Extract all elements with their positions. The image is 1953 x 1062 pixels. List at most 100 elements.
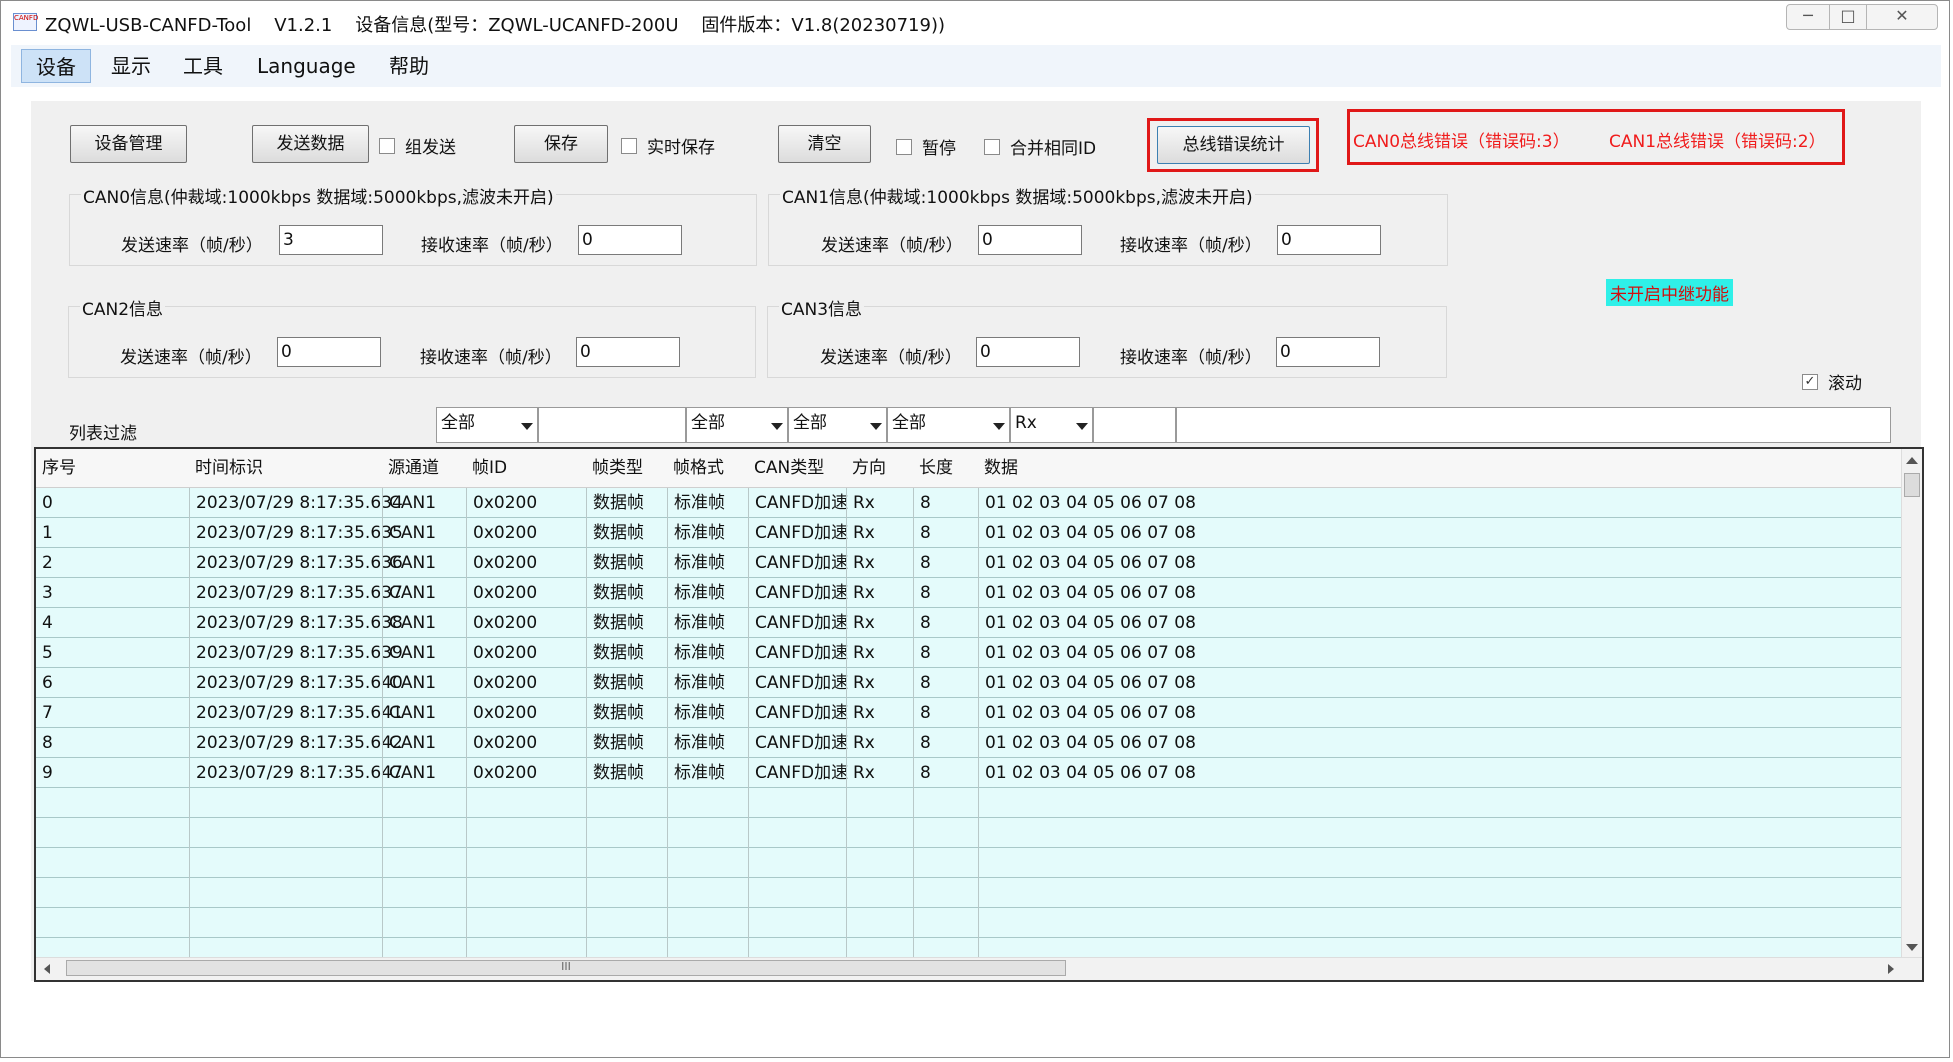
frame-format-filter-select[interactable]: 全部 [788, 407, 887, 443]
column-header-direction[interactable]: 方向 [846, 449, 919, 487]
cell-data [978, 848, 1904, 878]
can2-send-rate-field[interactable]: 0 [277, 337, 381, 367]
vertical-scroll-thumb[interactable] [1904, 473, 1920, 497]
cell-timestamp: 2023/07/29 8:17:35.639 [189, 638, 403, 668]
chevron-down-icon[interactable] [1076, 423, 1088, 430]
menu-display[interactable]: 显示 [97, 49, 165, 83]
chevron-down-icon[interactable] [521, 423, 533, 430]
device-management-button[interactable]: 设备管理 [70, 125, 187, 163]
can1-send-rate-field[interactable]: 0 [978, 225, 1082, 255]
can0-send-rate-field[interactable]: 3 [279, 225, 383, 255]
cell-length: 8 [913, 758, 978, 788]
direction-filter-select[interactable]: Rx [1010, 407, 1093, 443]
channel-filter-select[interactable]: 全部 [436, 407, 538, 443]
chevron-down-icon[interactable] [993, 423, 1005, 430]
column-header-data[interactable]: 数据 [978, 449, 1910, 487]
cell-frame-id: 0x0200 [466, 638, 586, 668]
can-type-filter-select[interactable]: 全部 [887, 407, 1010, 443]
chevron-down-icon[interactable] [870, 423, 882, 430]
cell-source-channel [382, 908, 466, 938]
merge-same-id-checkbox[interactable]: 合并相同ID [984, 134, 1096, 159]
realtime-save-checkbox[interactable]: 实时保存 [621, 133, 715, 158]
column-header-source-channel[interactable]: 源通道 [382, 449, 472, 487]
can0-recv-rate-field[interactable]: 0 [578, 225, 682, 255]
scroll-right-icon[interactable] [1888, 964, 1894, 974]
data-filter-input[interactable] [1176, 407, 1891, 443]
cell-can-type: CANFD加速 [748, 638, 848, 668]
column-header-frame-id[interactable]: 帧ID [466, 449, 592, 487]
can2-recv-rate-field[interactable]: 0 [576, 337, 680, 367]
cell-length [913, 908, 978, 938]
column-header-frame-type[interactable]: 帧类型 [586, 449, 673, 487]
checkbox-box[interactable] [984, 138, 1000, 155]
column-header-seq[interactable]: 序号 [36, 449, 195, 487]
frame-table[interactable]: 序号 时间标识 源通道 帧ID 帧类型 帧格式 CAN类型 方向 长度 数据 0 2023/07/2… [34, 447, 1924, 982]
can2-info-title: CAN2信息 [80, 295, 166, 320]
maximize-icon[interactable]: □ [1829, 4, 1867, 30]
table-row[interactable]: 4 2023/07/29 8:17:35.638 CAN1 0x0200 数据帧 标准帧 C… [36, 608, 1904, 638]
checkbox-box[interactable] [621, 137, 637, 154]
minimize-icon[interactable]: ─ [1786, 4, 1830, 30]
vertical-scrollbar[interactable] [1901, 449, 1922, 959]
table-row[interactable] [36, 848, 1904, 878]
horizontal-scroll-thumb[interactable]: III [66, 960, 1066, 976]
menu-help[interactable]: 帮助 [375, 49, 443, 83]
cell-seq [36, 908, 189, 938]
cell-frame-format [667, 878, 748, 908]
group-send-checkbox[interactable]: 组发送 [379, 133, 456, 158]
table-row[interactable]: 5 2023/07/29 8:17:35.639 CAN1 0x0200 数据帧 标准帧 C… [36, 638, 1904, 668]
can3-send-rate-field[interactable]: 0 [976, 337, 1080, 367]
scroll-left-icon[interactable] [44, 964, 50, 974]
menu-device[interactable]: 设备 [21, 49, 91, 83]
table-row[interactable]: 0 2023/07/29 8:17:35.634 CAN1 0x0200 数据帧 标准帧 C… [36, 488, 1904, 518]
table-row[interactable] [36, 788, 1904, 818]
scroll-up-icon[interactable] [1906, 457, 1918, 464]
bus-error-stats-button[interactable]: 总线错误统计 [1157, 126, 1310, 164]
cell-length: 8 [913, 578, 978, 608]
table-row[interactable]: 2 2023/07/29 8:17:35.636 CAN1 0x0200 数据帧 标准帧 C… [36, 548, 1904, 578]
cell-frame-format [667, 848, 748, 878]
checkbox-box[interactable] [896, 138, 912, 155]
frame-type-filter-select[interactable]: 全部 [686, 407, 788, 443]
checkbox-box[interactable] [379, 137, 395, 154]
cell-timestamp [189, 818, 382, 848]
cell-frame-id: 0x0200 [466, 488, 586, 518]
menu-language[interactable]: Language [243, 49, 370, 83]
table-row[interactable]: 8 2023/07/29 8:17:35.642 CAN1 0x0200 数据帧 标准帧 C… [36, 728, 1904, 758]
id-filter-input[interactable] [538, 407, 686, 443]
menu-tools[interactable]: 工具 [169, 49, 237, 83]
can1-recv-rate-field[interactable]: 0 [1277, 225, 1381, 255]
column-header-frame-format[interactable]: 帧格式 [667, 449, 754, 487]
app-logo-icon: CANFD [13, 13, 38, 31]
length-filter-input[interactable] [1093, 407, 1176, 443]
close-icon[interactable]: ✕ [1866, 4, 1938, 30]
can3-recv-rate-field[interactable]: 0 [1276, 337, 1380, 367]
table-row[interactable]: 9 2023/07/29 8:17:35.647 CAN1 0x0200 数据帧 标准帧 C… [36, 758, 1904, 788]
table-row[interactable] [36, 878, 1904, 908]
table-row[interactable] [36, 818, 1904, 848]
clear-button[interactable]: 清空 [778, 125, 871, 163]
table-row[interactable]: 3 2023/07/29 8:17:35.637 CAN1 0x0200 数据帧 标准帧 C… [36, 578, 1904, 608]
table-row[interactable]: 1 2023/07/29 8:17:35.635 CAN1 0x0200 数据帧 标准帧 C… [36, 518, 1904, 548]
column-header-length[interactable]: 长度 [913, 449, 984, 487]
scroll-down-icon[interactable] [1906, 944, 1918, 951]
cell-seq: 9 [42, 763, 53, 783]
cell-frame-format: 标准帧 [667, 578, 748, 608]
cell-seq: 7 [42, 703, 53, 723]
table-row[interactable]: 7 2023/07/29 8:17:35.641 CAN1 0x0200 数据帧 标准帧 C… [36, 698, 1904, 728]
menu-bar: 设备 显示 工具 Language 帮助 [11, 45, 1941, 87]
checkbox-box[interactable]: ✓ [1802, 373, 1818, 390]
send-data-button[interactable]: 发送数据 [252, 125, 369, 163]
cell-can-type: CANFD加速 [748, 578, 848, 608]
save-button[interactable]: 保存 [514, 125, 608, 163]
scroll-checkbox[interactable]: ✓ 滚动 [1802, 369, 1862, 394]
pause-checkbox[interactable]: 暂停 [896, 134, 956, 159]
table-row[interactable]: 6 2023/07/29 8:17:35.640 CAN1 0x0200 数据帧 标准帧 C… [36, 668, 1904, 698]
chevron-down-icon[interactable] [771, 423, 783, 430]
cell-frame-id [466, 788, 586, 818]
cell-can-type: CANFD加速 [748, 728, 848, 758]
horizontal-scrollbar[interactable]: III [36, 957, 1922, 980]
column-header-timestamp[interactable]: 时间标识 [189, 449, 388, 487]
column-header-can-type[interactable]: CAN类型 [748, 449, 852, 487]
table-row[interactable] [36, 908, 1904, 938]
